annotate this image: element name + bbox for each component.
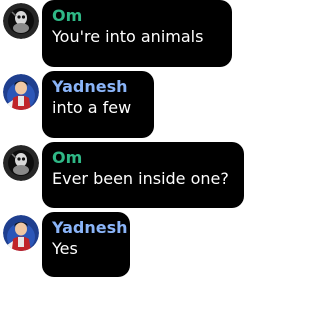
message-bubble: Yadnesh Yes xyxy=(42,212,130,277)
robot-dark-avatar-icon xyxy=(3,145,39,181)
message-text: Yes xyxy=(52,239,78,258)
message-text: You're into animals xyxy=(52,27,204,46)
message-text: into a few xyxy=(52,98,132,117)
message-text: Ever been inside one? xyxy=(52,169,229,188)
message-author[interactable]: Om xyxy=(52,148,234,168)
user-avatar[interactable] xyxy=(3,3,39,39)
message-author[interactable]: Yadnesh xyxy=(52,77,144,97)
anime-character-avatar-icon xyxy=(3,215,39,251)
message-bubble: Om Ever been inside one? xyxy=(42,142,244,208)
user-avatar[interactable] xyxy=(3,74,39,110)
message-author[interactable]: Yadnesh xyxy=(52,218,128,238)
user-avatar[interactable] xyxy=(3,145,39,181)
message-author[interactable]: Om xyxy=(52,6,222,26)
user-avatar[interactable] xyxy=(3,215,39,251)
message-bubble: Yadnesh into a few xyxy=(42,71,154,138)
robot-dark-avatar-icon xyxy=(3,3,39,39)
message-bubble: Om You're into animals xyxy=(42,0,232,67)
anime-character-avatar-icon xyxy=(3,74,39,110)
